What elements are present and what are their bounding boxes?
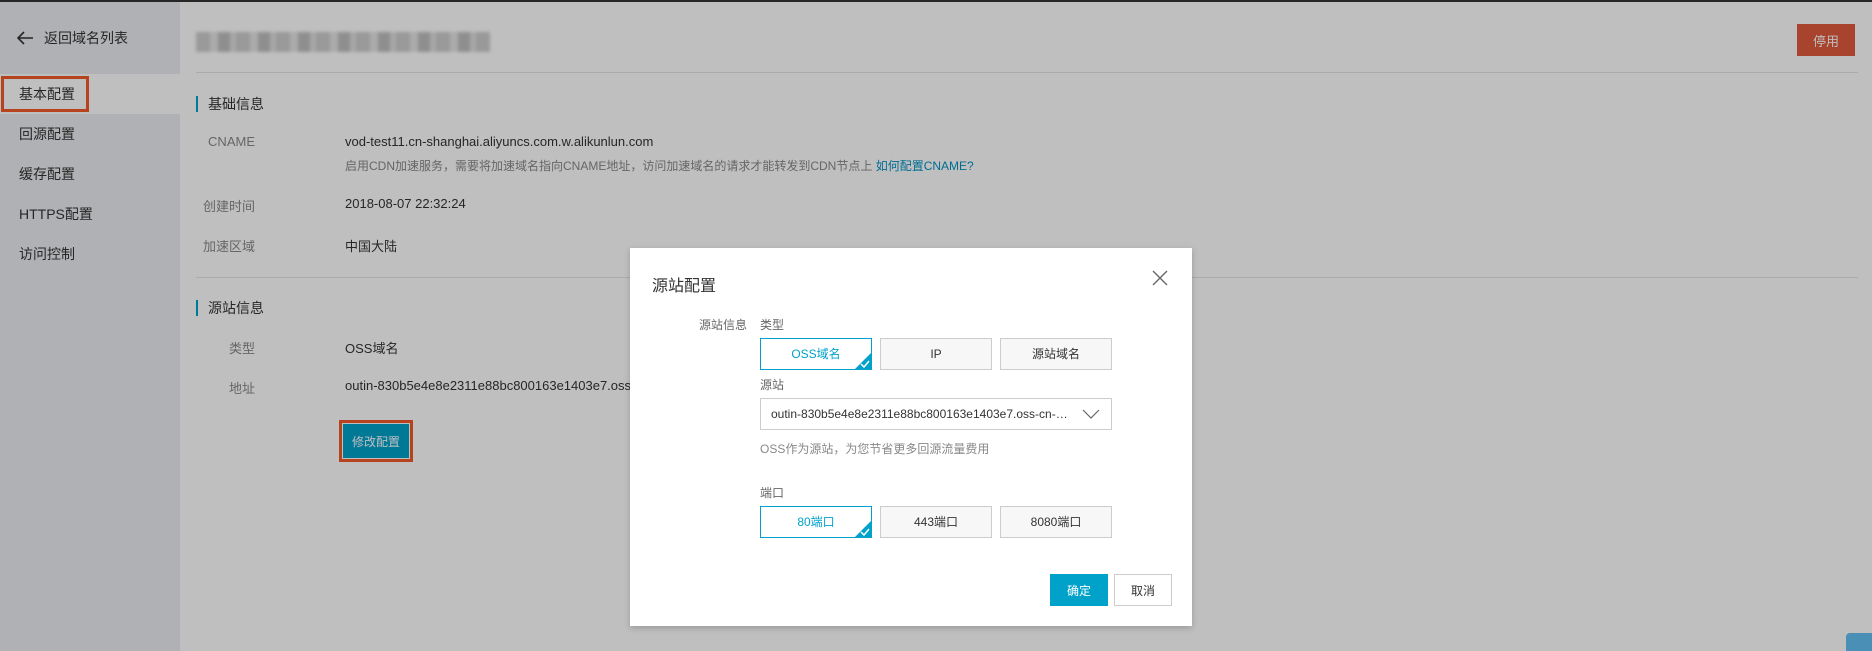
- port-label: 端口: [760, 486, 785, 500]
- check-icon: [860, 360, 870, 368]
- modal-title: 源站配置: [652, 278, 717, 295]
- option-label: OSS域名: [791, 347, 841, 361]
- confirm-button[interactable]: 确定: [1050, 574, 1108, 606]
- port-option-8080[interactable]: 8080端口: [1000, 506, 1112, 538]
- option-label: IP: [930, 347, 942, 361]
- option-label: 80端口: [797, 515, 835, 529]
- option-label: 8080端口: [1030, 515, 1082, 529]
- port-option-80[interactable]: 80端口: [760, 506, 872, 538]
- source-select[interactable]: outin-830b5e4e8e2311e88bc800163e1403e7.o…: [760, 398, 1112, 430]
- type-option-ip[interactable]: IP: [880, 338, 992, 370]
- origin-config-modal: 源站配置 源站信息 类型 OSS域名 IP 源站域名 源站 outin-830b…: [630, 248, 1192, 626]
- check-icon: [860, 528, 870, 536]
- close-icon[interactable]: [1150, 268, 1170, 288]
- type-option-origin-domain[interactable]: 源站域名: [1000, 338, 1112, 370]
- type-option-oss-domain[interactable]: OSS域名: [760, 338, 872, 370]
- type-label: 类型: [760, 318, 785, 332]
- source-label: 源站: [760, 378, 785, 392]
- help-widget-icon[interactable]: [1846, 633, 1872, 651]
- source-select-value: outin-830b5e4e8e2311e88bc800163e1403e7.o…: [771, 407, 1088, 421]
- option-label: 源站域名: [1031, 347, 1080, 361]
- option-label: 443端口: [913, 515, 959, 529]
- chevron-down-icon: [1082, 409, 1100, 419]
- source-hint: OSS作为源站，为您节省更多回源流量费用: [760, 442, 990, 456]
- cancel-button[interactable]: 取消: [1114, 574, 1172, 606]
- port-option-443[interactable]: 443端口: [880, 506, 992, 538]
- origin-info-label: 源站信息: [699, 318, 748, 332]
